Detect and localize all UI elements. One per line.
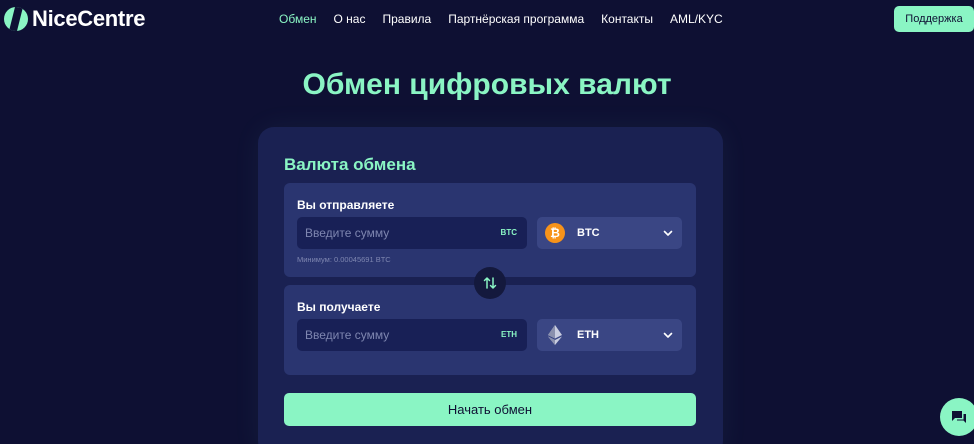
send-amount-field[interactable]: BTC bbox=[297, 217, 527, 249]
logo[interactable]: NiceCentre bbox=[4, 6, 145, 32]
send-panel: Вы отправляете BTC ₿ BTC Минимум: 0.0004… bbox=[284, 183, 696, 277]
send-amount-unit: BTC bbox=[500, 228, 517, 237]
exchange-card: Валюта обмена Вы отправляете BTC ₿ BTC М… bbox=[258, 127, 723, 444]
logo-icon bbox=[4, 7, 28, 31]
nav-exchange[interactable]: Обмен bbox=[279, 12, 317, 26]
receive-currency-code: ETH bbox=[577, 329, 599, 341]
page-title: Обмен цифровых валют bbox=[302, 68, 672, 101]
chevron-down-icon bbox=[663, 332, 673, 338]
send-label: Вы отправляете bbox=[297, 198, 395, 212]
swap-arrows-icon bbox=[483, 277, 497, 289]
send-minimum-note: Минимум: 0.00045691 BTC bbox=[297, 255, 391, 264]
send-currency-select[interactable]: ₿ BTC bbox=[537, 217, 682, 249]
receive-amount-unit: ETH bbox=[501, 330, 517, 339]
nav-contacts[interactable]: Контакты bbox=[601, 12, 653, 26]
nav-rules[interactable]: Правила bbox=[382, 12, 431, 26]
start-exchange-button[interactable]: Начать обмен bbox=[284, 393, 696, 426]
logo-text: NiceCentre bbox=[32, 6, 146, 31]
nav-aml-kyc[interactable]: AML/KYC bbox=[670, 12, 723, 26]
bitcoin-icon: ₿ bbox=[545, 223, 565, 243]
nav-partner-program[interactable]: Партнёрская программа bbox=[448, 12, 584, 26]
receive-currency-select[interactable]: ETH bbox=[537, 319, 682, 351]
send-amount-input[interactable] bbox=[297, 217, 487, 249]
send-currency-code: BTC bbox=[577, 227, 600, 239]
nav-about[interactable]: О нас bbox=[334, 12, 366, 26]
main-nav: Обмен О нас Правила Партнёрская программ… bbox=[279, 12, 723, 26]
swap-currencies-button[interactable] bbox=[474, 267, 506, 299]
receive-amount-input[interactable] bbox=[297, 319, 487, 351]
chat-button[interactable] bbox=[940, 398, 974, 436]
chat-icon bbox=[952, 411, 966, 423]
support-button[interactable]: Поддержка bbox=[894, 6, 974, 32]
receive-label: Вы получаете bbox=[297, 300, 381, 314]
exchange-card-title: Валюта обмена bbox=[284, 155, 416, 174]
chevron-down-icon bbox=[663, 230, 673, 236]
receive-amount-field[interactable]: ETH bbox=[297, 319, 527, 351]
header: NiceCentre Обмен О нас Правила Партнёрск… bbox=[0, 0, 974, 38]
ethereum-icon bbox=[545, 325, 565, 345]
